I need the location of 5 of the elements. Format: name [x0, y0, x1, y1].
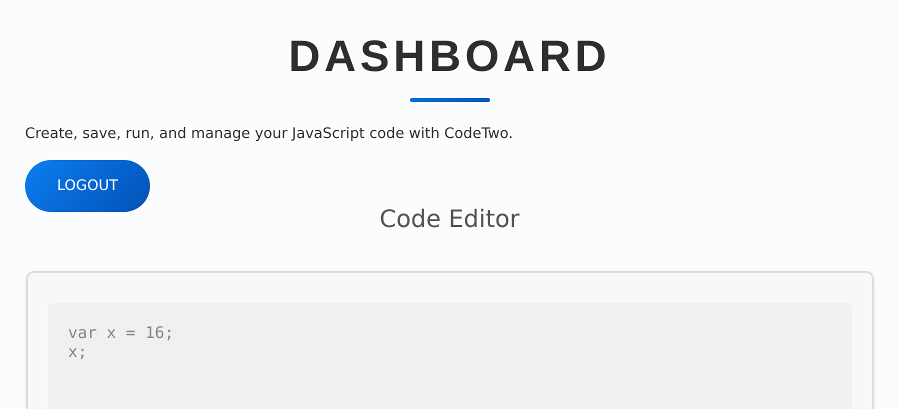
code-editor-field[interactable]: var x = 16; x; [48, 303, 852, 409]
logout-button[interactable]: LOGOUT [25, 160, 150, 212]
page-title: DASHBOARD [288, 32, 610, 82]
section-heading: Code Editor [379, 204, 520, 234]
description-text: Create, save, run, and manage your JavaScript code with CodeTwo. [25, 125, 513, 144]
